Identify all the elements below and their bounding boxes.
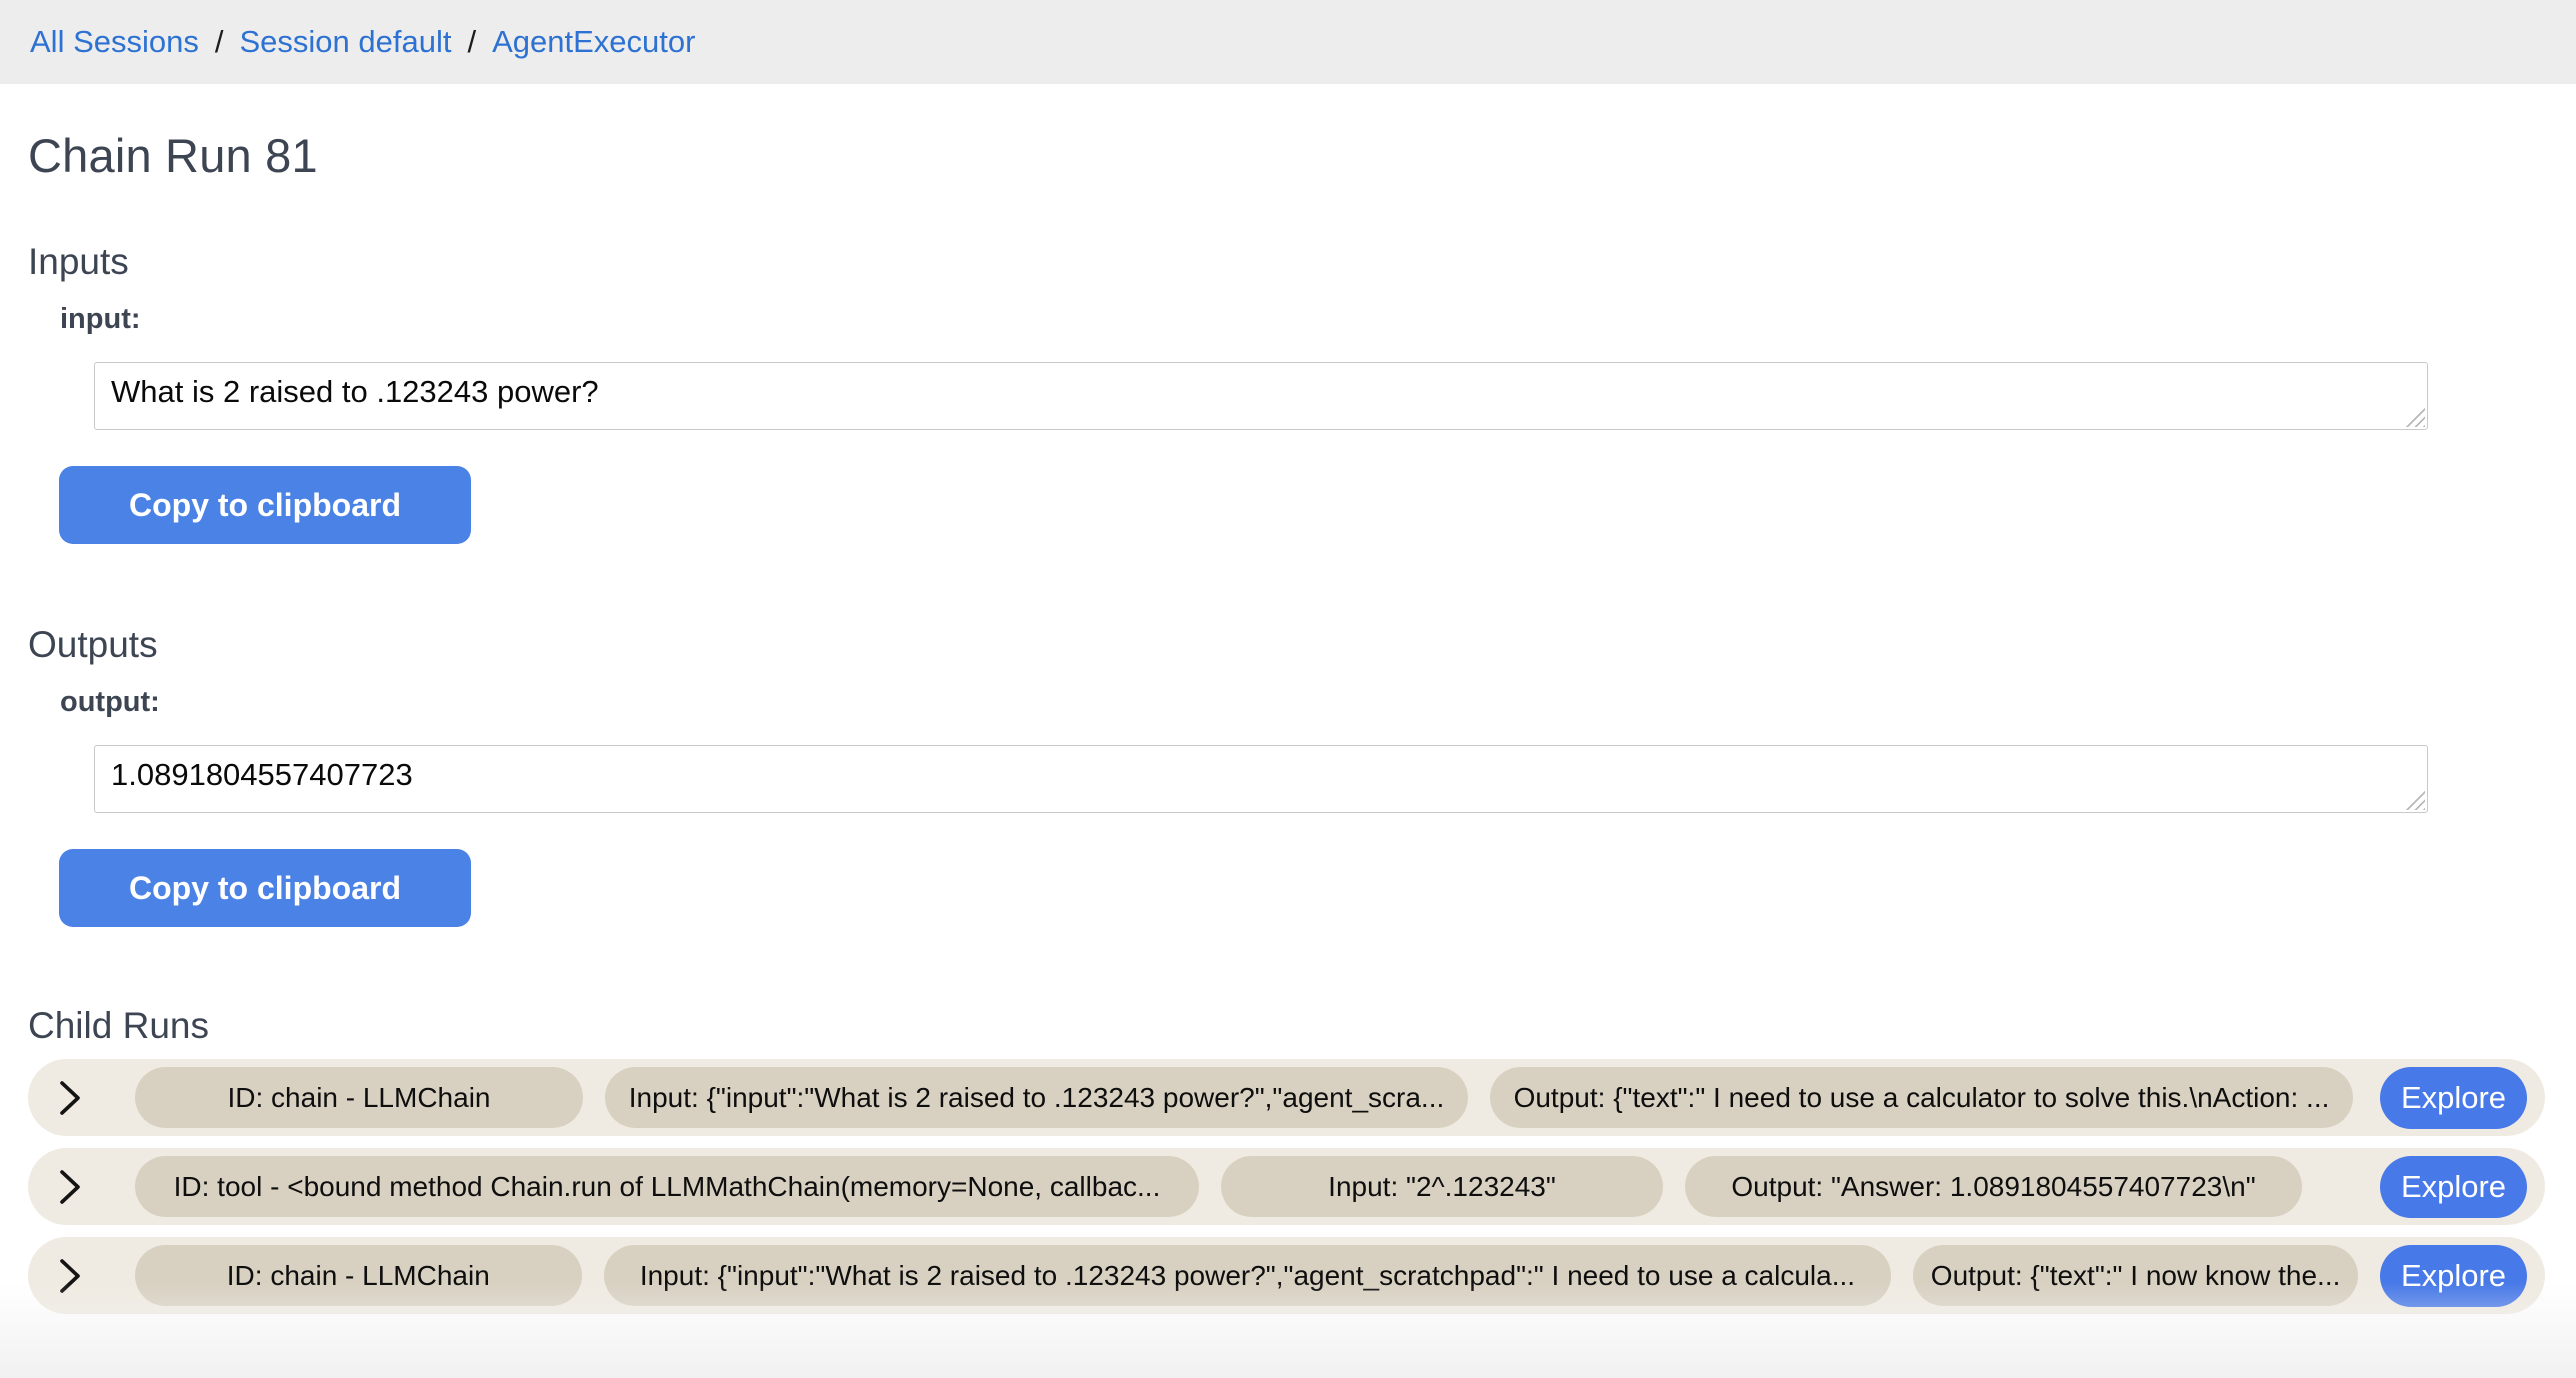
breadcrumb-link-all-sessions[interactable]: All Sessions	[30, 24, 199, 60]
expand-row-button[interactable]	[50, 1162, 90, 1212]
run-output-badge: Output: {"text":" I need to use a calcul…	[1490, 1067, 2353, 1128]
run-id-badge: ID: chain - LLMChain	[135, 1067, 583, 1128]
expand-row-button[interactable]	[50, 1073, 90, 1123]
child-run-row: ID: chain - LLMChain Input: {"input":"Wh…	[28, 1059, 2545, 1136]
page-title: Chain Run 81	[28, 128, 2576, 183]
run-output-badge: Output: {"text":" I now know the...	[1913, 1245, 2358, 1306]
run-input-badge: Input: {"input":"What is 2 raised to .12…	[605, 1067, 1468, 1128]
breadcrumb: All Sessions / Session default / AgentEx…	[0, 0, 2576, 84]
child-runs-heading: Child Runs	[28, 1005, 2576, 1047]
outputs-heading: Outputs	[28, 624, 2576, 666]
breadcrumb-link-session-default[interactable]: Session default	[239, 24, 451, 60]
output-field-label: output:	[60, 686, 2576, 719]
input-textarea-wrap: What is 2 raised to .123243 power?	[94, 362, 2428, 430]
child-run-row: ID: tool - <bound method Chain.run of LL…	[28, 1148, 2545, 1225]
inputs-heading: Inputs	[28, 241, 2576, 283]
explore-button[interactable]: Explore	[2380, 1245, 2527, 1307]
input-field-label: input:	[60, 303, 2576, 336]
chevron-right-icon	[57, 1078, 83, 1118]
run-id-badge: ID: tool - <bound method Chain.run of LL…	[135, 1156, 1199, 1217]
copy-output-button[interactable]: Copy to clipboard	[59, 849, 471, 927]
output-value-textarea[interactable]: 1.0891804557407723	[94, 745, 2428, 813]
output-textarea-wrap: 1.0891804557407723	[94, 745, 2428, 813]
run-id-badge: ID: chain - LLMChain	[135, 1245, 582, 1306]
chevron-right-icon	[57, 1256, 83, 1296]
input-value-textarea[interactable]: What is 2 raised to .123243 power?	[94, 362, 2428, 430]
expand-row-button[interactable]	[50, 1251, 90, 1301]
explore-button[interactable]: Explore	[2380, 1156, 2527, 1218]
breadcrumb-link-agent-executor[interactable]: AgentExecutor	[492, 24, 695, 60]
child-run-row: ID: chain - LLMChain Input: {"input":"Wh…	[28, 1237, 2545, 1314]
breadcrumb-separator: /	[467, 24, 476, 60]
explore-button[interactable]: Explore	[2380, 1067, 2527, 1129]
main-content: Chain Run 81 Inputs input: What is 2 rai…	[0, 128, 2576, 1314]
run-output-badge: Output: "Answer: 1.0891804557407723\n"	[1685, 1156, 2302, 1217]
breadcrumb-separator: /	[215, 24, 224, 60]
run-input-badge: Input: "2^.123243"	[1221, 1156, 1663, 1217]
copy-input-button[interactable]: Copy to clipboard	[59, 466, 471, 544]
chevron-right-icon	[57, 1167, 83, 1207]
run-input-badge: Input: {"input":"What is 2 raised to .12…	[604, 1245, 1891, 1306]
child-runs-list: ID: chain - LLMChain Input: {"input":"Wh…	[28, 1059, 2576, 1314]
